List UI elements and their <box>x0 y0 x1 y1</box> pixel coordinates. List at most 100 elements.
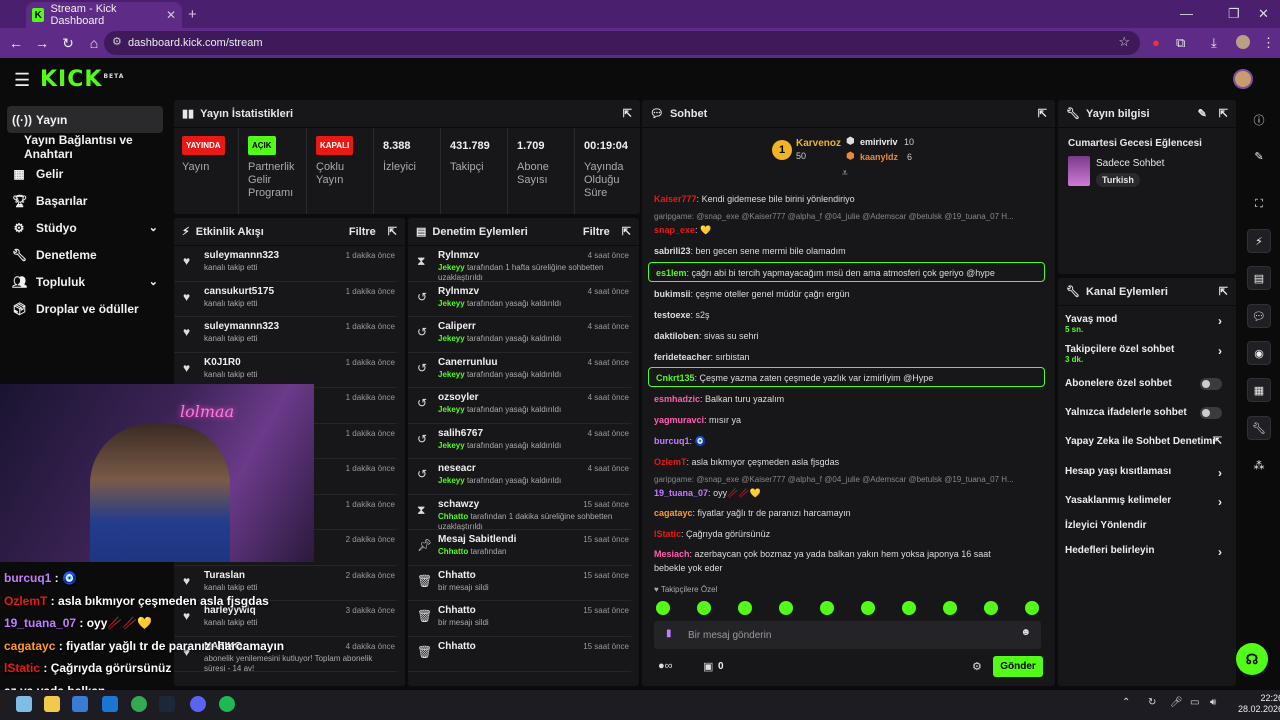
chevron-right-icon[interactable]: › <box>1218 545 1222 559</box>
chat-message[interactable]: lStatic: Çağrıyda görürsünüz <box>654 529 770 539</box>
chat-username[interactable]: Mesiach <box>654 549 690 559</box>
info-icon[interactable]: ⓘ <box>1247 108 1271 132</box>
moderation-item[interactable]: 📌︎ Mesaj Sabitlendi Chhatto tarafından 15 s… <box>408 530 631 566</box>
chat-username[interactable]: yagmuravci <box>654 415 704 425</box>
sidebar-item-stream-key[interactable]: Yayın Bağlantısı ve Anahtarı <box>0 133 170 161</box>
folder-icon[interactable] <box>44 696 60 712</box>
wrench-icon[interactable]: 🔧︎ <box>1247 416 1271 440</box>
emote-icon[interactable] <box>984 601 998 615</box>
steam-icon[interactable] <box>159 696 175 712</box>
emote-icon[interactable] <box>1025 601 1039 615</box>
microphone-icon[interactable]: 🎤︎ <box>1170 697 1183 708</box>
activity-item[interactable]: ♥ K0J1R0 kanalı takip etti 1 dakika önce <box>174 353 397 388</box>
download-icon[interactable]: ⤓ <box>1211 35 1217 51</box>
address-bar[interactable]: ⚙ dashboard.kick.com/stream ☆ <box>104 31 1140 55</box>
points-icon[interactable]: ●∞ <box>658 660 673 672</box>
chevron-right-icon[interactable]: › <box>1218 314 1222 328</box>
chevron-right-icon[interactable]: › <box>1218 495 1222 509</box>
chat-input[interactable]: ▮ Bir mesaj gönderin ☻ <box>654 621 1041 649</box>
broadcast-icon[interactable]: ◉ <box>1247 341 1271 365</box>
chat-username[interactable]: sabrili23 <box>654 246 691 256</box>
chat-username[interactable]: es1lem <box>656 268 687 278</box>
popout-icon[interactable]: ⇱ <box>1219 285 1228 298</box>
podium-second-name[interactable]: emirivriv <box>860 137 898 147</box>
toggle-switch[interactable] <box>1200 378 1222 390</box>
category-name[interactable]: Sadece Sohbet <box>1096 158 1164 169</box>
mic-icon[interactable]: ▮ <box>666 628 672 639</box>
chrome-icon[interactable] <box>131 696 147 712</box>
toggle-switch[interactable] <box>1200 407 1222 419</box>
send-button[interactable]: Gönder <box>993 656 1043 677</box>
sidebar-item-denetleme[interactable]: 🔧︎ Denetleme <box>0 241 170 268</box>
tray-app-icon[interactable]: ↻ <box>1148 697 1156 708</box>
podium-third-name[interactable]: kaanyldz <box>860 152 898 162</box>
moderation-item[interactable]: ⧗ Rylnmzv Jekeyy tarafından 1 hafta süreli… <box>408 246 631 282</box>
external-link-icon[interactable]: ⇱ <box>1214 436 1222 447</box>
chat-message[interactable]: Cnkrt135: Çeşme yazma zaten çeşmede yazl… <box>656 373 933 383</box>
chat-message[interactable]: esmhadzic: Balkan turu yazalım <box>654 394 784 404</box>
chat-message[interactable]: burcuq1: 🧿 <box>654 436 706 447</box>
pencil-icon[interactable]: ✎ <box>1247 144 1271 168</box>
profile-avatar[interactable] <box>1236 35 1250 49</box>
moderation-item[interactable]: ↺ salih6767 Jekeyy tarafından yasağı kaldı… <box>408 424 631 459</box>
chat-username[interactable]: lStatic <box>654 529 681 539</box>
chat-username[interactable]: daktiloben <box>654 331 699 341</box>
chat-username[interactable]: burcuq1 <box>654 436 690 446</box>
hamburger-menu-icon[interactable]: ☰ <box>14 70 30 91</box>
chat-message[interactable]: cagatayc: fiyatlar yağlı tr de paranızı … <box>654 508 851 518</box>
chat-message[interactable]: bukimsii: çeşme oteller genel müdür çağr… <box>654 289 850 299</box>
chat-username[interactable]: cagatayc <box>654 508 693 518</box>
volume-icon[interactable]: 🔊︎ <box>1210 697 1216 708</box>
apps-icon[interactable]: ⁂ <box>1247 453 1271 477</box>
chat-message[interactable]: OzlemT: asla bıkmıyor çeşmeden asla fjsg… <box>654 457 839 467</box>
chevron-right-icon[interactable]: › <box>1218 466 1222 480</box>
chat-message[interactable]: testoexe: s2ş <box>654 310 710 320</box>
taskbar-app-icon[interactable] <box>16 696 32 712</box>
chat-username[interactable]: OzlemT <box>654 457 687 467</box>
collapse-podium-icon[interactable]: ⩡ <box>842 168 848 179</box>
emote-icon[interactable] <box>779 601 793 615</box>
moderation-item[interactable]: ⧗ schawzy Chhatto tarafından 1 dakika süre… <box>408 495 631 531</box>
chat-username[interactable]: bukimsii <box>654 289 691 299</box>
channel-action-item[interactable]: Yalnızca ifadelerle sohbet <box>1065 407 1230 419</box>
chat-message[interactable]: sabrili23: ben gecen sene mermi bile ola… <box>654 246 846 256</box>
bookmark-star-icon[interactable]: ☆ <box>1118 34 1130 50</box>
kick-logo[interactable]: KICKBETA <box>40 67 124 92</box>
channel-action-item[interactable]: Yavaş mod 5 sn. › <box>1065 314 1230 334</box>
chat-username[interactable]: testoexe <box>654 310 691 320</box>
maximize-icon[interactable]: ❐ <box>1228 6 1240 22</box>
forward-icon[interactable]: → <box>30 35 54 51</box>
popout-icon[interactable]: ⇱ <box>1038 107 1047 120</box>
chat-message[interactable]: yagmuravci: mısır ya <box>654 415 741 425</box>
chat-message[interactable]: Mesiach: azerbaycan çok bozmaz ya yada b… <box>654 549 991 559</box>
moderation-item[interactable]: 🗑︎ Chhatto bir mesajı sildi 15 saat önce <box>408 601 631 637</box>
moderation-item[interactable]: 🗑︎ Chhatto bir mesajı sildi 15 saat önce <box>408 566 631 601</box>
channel-action-item[interactable]: Takipçilere özel sohbet 3 dk. › <box>1065 344 1230 364</box>
podium-first-name[interactable]: Karvenoz <box>796 138 841 149</box>
activity-item[interactable]: ♥ suleymannn323 kanalı takip etti 1 dakika … <box>174 246 397 282</box>
chat-icon[interactable]: 💬︎ <box>1247 304 1271 328</box>
emote-icon[interactable] <box>738 601 752 615</box>
settings-gear-icon[interactable]: ⚙ <box>972 660 982 673</box>
emote-icon[interactable] <box>697 601 711 615</box>
chat-message[interactable]: ferideteacher: sırbistan <box>654 352 750 362</box>
sidebar-item-basarilar[interactable]: 🏆︎ Başarılar <box>0 187 170 214</box>
popout-icon[interactable]: ⇱ <box>623 107 632 120</box>
site-info-icon[interactable]: ⚙ <box>112 35 122 48</box>
chat-username[interactable]: snap_exe <box>654 225 695 235</box>
chat-username[interactable]: esmhadzic <box>654 394 700 404</box>
activity-item[interactable]: ♥ suleymannn323 kanalı takip etti 1 dakika … <box>174 317 397 353</box>
chat-message[interactable]: 19_tuana_07: oyy🥢🥢💛 <box>654 488 761 499</box>
filter-button[interactable]: Filtre <box>349 226 376 238</box>
sidebar-item-yayin[interactable]: ((·)) Yayın <box>7 106 163 133</box>
layout-icon[interactable]: ▦ <box>1247 378 1271 402</box>
chat-message[interactable]: snap_exe: 💛 <box>654 225 711 236</box>
moderation-item[interactable]: ↺ Rylnmzv Jekeyy tarafından yasağı kaldırı… <box>408 282 631 317</box>
channel-action-item[interactable]: Yapay Zeka ile Sohbet Denetimi ⇱ <box>1065 436 1230 447</box>
channel-action-item[interactable]: Yasaklanmış kelimeler › <box>1065 495 1230 509</box>
menu-dots-icon[interactable]: ⋮ <box>1262 35 1275 51</box>
spotify-icon[interactable] <box>219 696 235 712</box>
emote-icon[interactable] <box>861 601 875 615</box>
moderation-item[interactable]: ↺ Canerrunluu Jekeyy tarafından yasağı kal… <box>408 353 631 388</box>
user-avatar[interactable] <box>1233 69 1253 89</box>
